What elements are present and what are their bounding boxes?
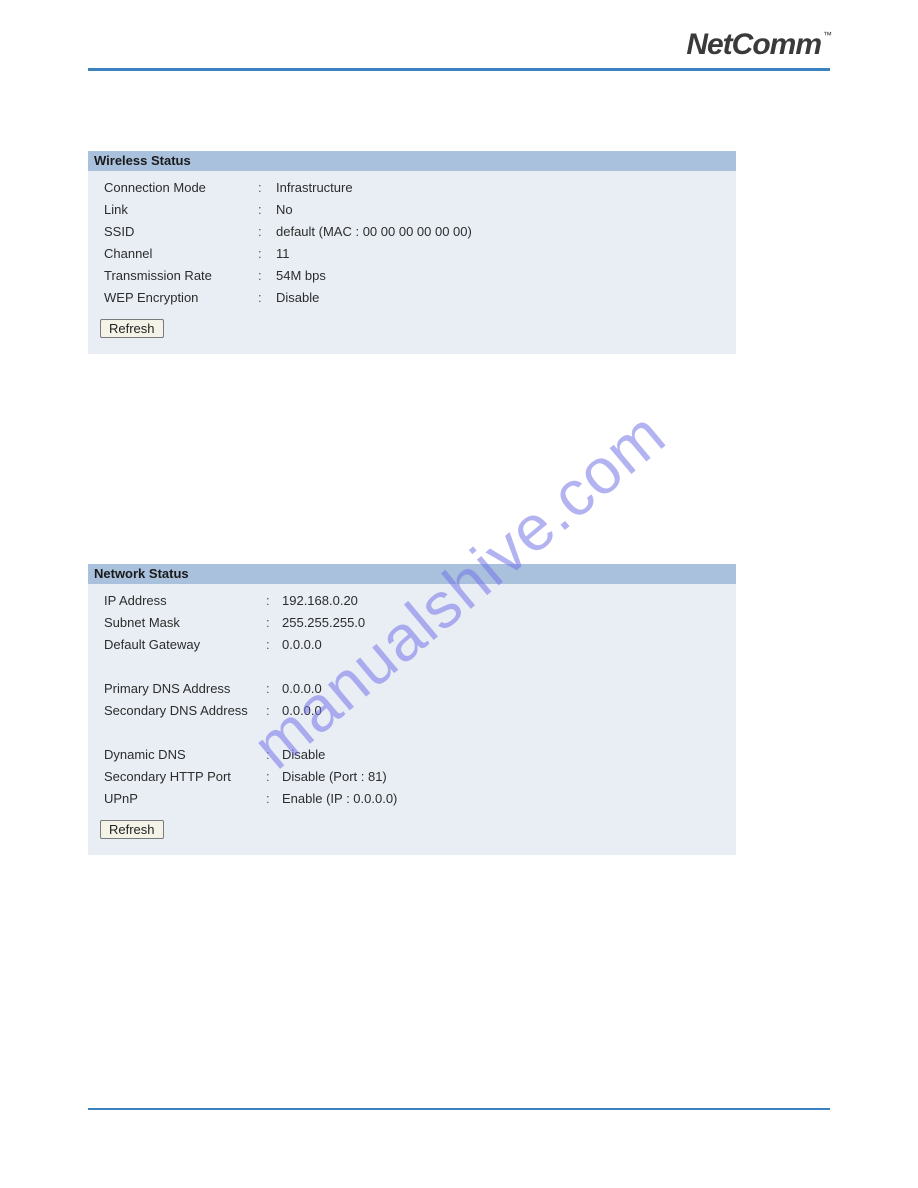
- network-status-body: IP Address : 192.168.0.20 Subnet Mask : …: [88, 584, 736, 855]
- row-value: Enable (IP : 0.0.0.0): [282, 788, 732, 810]
- footer-rule: [88, 1108, 830, 1110]
- row-value: 11: [276, 243, 732, 265]
- brand-name: NetComm: [686, 28, 821, 61]
- row-colon: :: [258, 221, 276, 243]
- row-colon: :: [266, 634, 282, 656]
- row-colon: :: [266, 744, 282, 766]
- wireless-status-panel: Wireless Status Connection Mode : Infras…: [88, 151, 736, 354]
- row-label: Secondary HTTP Port: [96, 766, 266, 788]
- table-row: IP Address : 192.168.0.20: [96, 590, 732, 612]
- row-label: Dynamic DNS: [96, 744, 266, 766]
- refresh-button[interactable]: Refresh: [100, 319, 164, 338]
- brand-logo: NetComm™: [686, 28, 830, 62]
- row-colon: :: [258, 265, 276, 287]
- table-row: Transmission Rate : 54M bps: [96, 265, 732, 287]
- table-row: Default Gateway : 0.0.0.0: [96, 634, 732, 656]
- table-row: Dynamic DNS : Disable: [96, 744, 732, 766]
- table-row: Secondary DNS Address : 0.0.0.0: [96, 700, 732, 722]
- table-row: WEP Encryption : Disable: [96, 287, 732, 309]
- row-label: Secondary DNS Address: [96, 700, 266, 722]
- row-label: Transmission Rate: [96, 265, 258, 287]
- row-value: 54M bps: [276, 265, 732, 287]
- row-label: Subnet Mask: [96, 612, 266, 634]
- table-row: Primary DNS Address : 0.0.0.0: [96, 678, 732, 700]
- row-spacer: [96, 722, 732, 744]
- row-value: 0.0.0.0: [282, 700, 732, 722]
- row-value: default (MAC : 00 00 00 00 00 00): [276, 221, 732, 243]
- wireless-status-body: Connection Mode : Infrastructure Link : …: [88, 171, 736, 354]
- network-status-panel: Network Status IP Address : 192.168.0.20…: [88, 564, 736, 855]
- table-row: Connection Mode : Infrastructure: [96, 177, 732, 199]
- table-row: UPnP : Enable (IP : 0.0.0.0): [96, 788, 732, 810]
- page-header: NetComm™: [88, 28, 830, 68]
- table-row: Link : No: [96, 199, 732, 221]
- row-label: Primary DNS Address: [96, 678, 266, 700]
- row-value: No: [276, 199, 732, 221]
- row-value: 192.168.0.20: [282, 590, 732, 612]
- row-colon: :: [258, 177, 276, 199]
- row-label: Connection Mode: [96, 177, 258, 199]
- network-status-title: Network Status: [88, 564, 736, 584]
- row-label: Default Gateway: [96, 634, 266, 656]
- table-row: Subnet Mask : 255.255.255.0: [96, 612, 732, 634]
- row-label: SSID: [96, 221, 258, 243]
- row-colon: :: [266, 788, 282, 810]
- row-value: Disable (Port : 81): [282, 766, 732, 788]
- row-label: Link: [96, 199, 258, 221]
- row-colon: :: [266, 700, 282, 722]
- row-colon: :: [258, 243, 276, 265]
- row-colon: :: [266, 678, 282, 700]
- refresh-button[interactable]: Refresh: [100, 820, 164, 839]
- row-label: Channel: [96, 243, 258, 265]
- brand-tm: ™: [823, 30, 832, 40]
- row-spacer: [96, 656, 732, 678]
- row-value: Disable: [282, 744, 732, 766]
- row-colon: :: [266, 612, 282, 634]
- row-label: IP Address: [96, 590, 266, 612]
- row-value: Infrastructure: [276, 177, 732, 199]
- row-value: 0.0.0.0: [282, 678, 732, 700]
- row-value: 255.255.255.0: [282, 612, 732, 634]
- row-colon: :: [266, 766, 282, 788]
- wireless-status-title: Wireless Status: [88, 151, 736, 171]
- row-label: WEP Encryption: [96, 287, 258, 309]
- row-value: 0.0.0.0: [282, 634, 732, 656]
- row-label: UPnP: [96, 788, 266, 810]
- header-rule: [88, 68, 830, 71]
- table-row: Secondary HTTP Port : Disable (Port : 81…: [96, 766, 732, 788]
- table-row: SSID : default (MAC : 00 00 00 00 00 00): [96, 221, 732, 243]
- table-row: Channel : 11: [96, 243, 732, 265]
- row-value: Disable: [276, 287, 732, 309]
- row-colon: :: [258, 287, 276, 309]
- row-colon: :: [266, 590, 282, 612]
- row-colon: :: [258, 199, 276, 221]
